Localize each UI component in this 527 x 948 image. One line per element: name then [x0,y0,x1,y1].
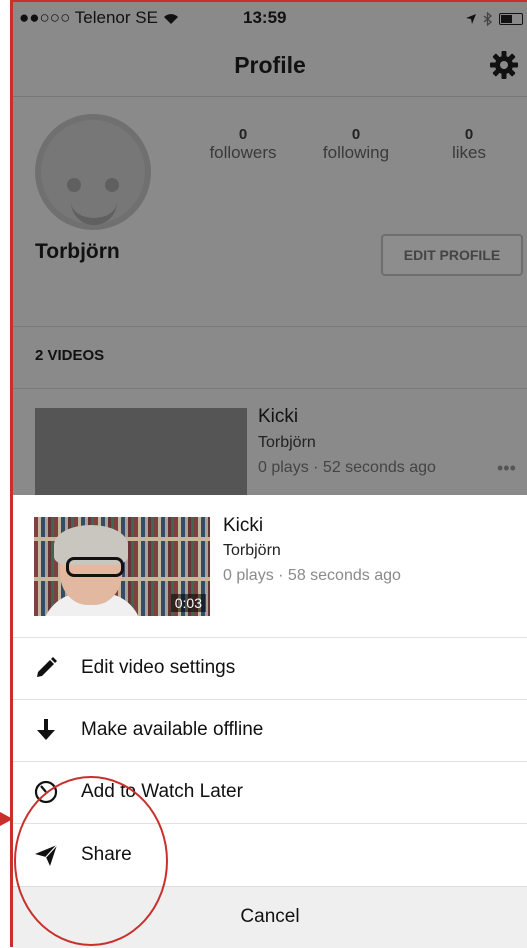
video-thumbnail: 0:03 [34,517,210,616]
clock-time: 13:59 [243,8,287,27]
carrier-label: ●●○○○ Telenor SE [19,8,179,28]
stat-following[interactable]: 0 following [306,126,406,163]
stat-likes[interactable]: 0 likes [419,126,519,163]
more-options-icon[interactable]: ••• [497,458,516,479]
background-video-author: Torbjörn [258,434,316,451]
avatar-mouth [71,196,117,225]
background-video-meta: 0 plays · 52 seconds ago [258,459,436,476]
video-duration: 0:03 [170,594,206,612]
menu-item-label: Make available offline [81,719,264,740]
video-title: Kicki [223,515,264,536]
annotation-frame-left [10,0,13,947]
edit-profile-button[interactable]: EDIT PROFILE [381,234,523,276]
background-video-title: Kicki [258,406,299,427]
gear-icon[interactable] [489,50,519,80]
avatar-eye-left [67,178,81,192]
menu-item-label: Edit video settings [81,657,236,678]
annotation-frame-top [10,0,527,2]
stat-followers[interactable]: 0 followers [193,126,293,163]
battery-icon [499,12,523,25]
status-icons [465,8,523,28]
annotation-highlight-circle [14,776,168,946]
divider [13,388,527,389]
status-bar: ●●○○○ Telenor SE 13:59 [13,0,527,34]
avatar-eye-right [105,178,119,192]
nav-bar: Profile [13,34,527,97]
video-meta: 0 plays · 58 seconds ago [223,567,401,584]
pencil-icon [33,655,59,681]
menu-item-make-available-offline[interactable]: Make available offline [13,699,527,761]
page-title: Profile [234,52,306,78]
profile-username: Torbjörn [35,240,120,263]
location-icon [465,8,484,27]
wifi-icon [163,8,179,27]
divider [13,326,527,327]
menu-item-edit-video-settings[interactable]: Edit video settings [13,637,527,699]
download-arrow-icon [33,717,59,743]
background-video-thumbnail[interactable] [35,408,247,496]
videos-count-header: 2 VIDEOS [35,347,105,364]
bluetooth-icon [483,8,499,27]
video-author: Torbjörn [223,542,281,559]
thumbnail-person-glasses [66,557,124,577]
avatar [35,114,151,230]
